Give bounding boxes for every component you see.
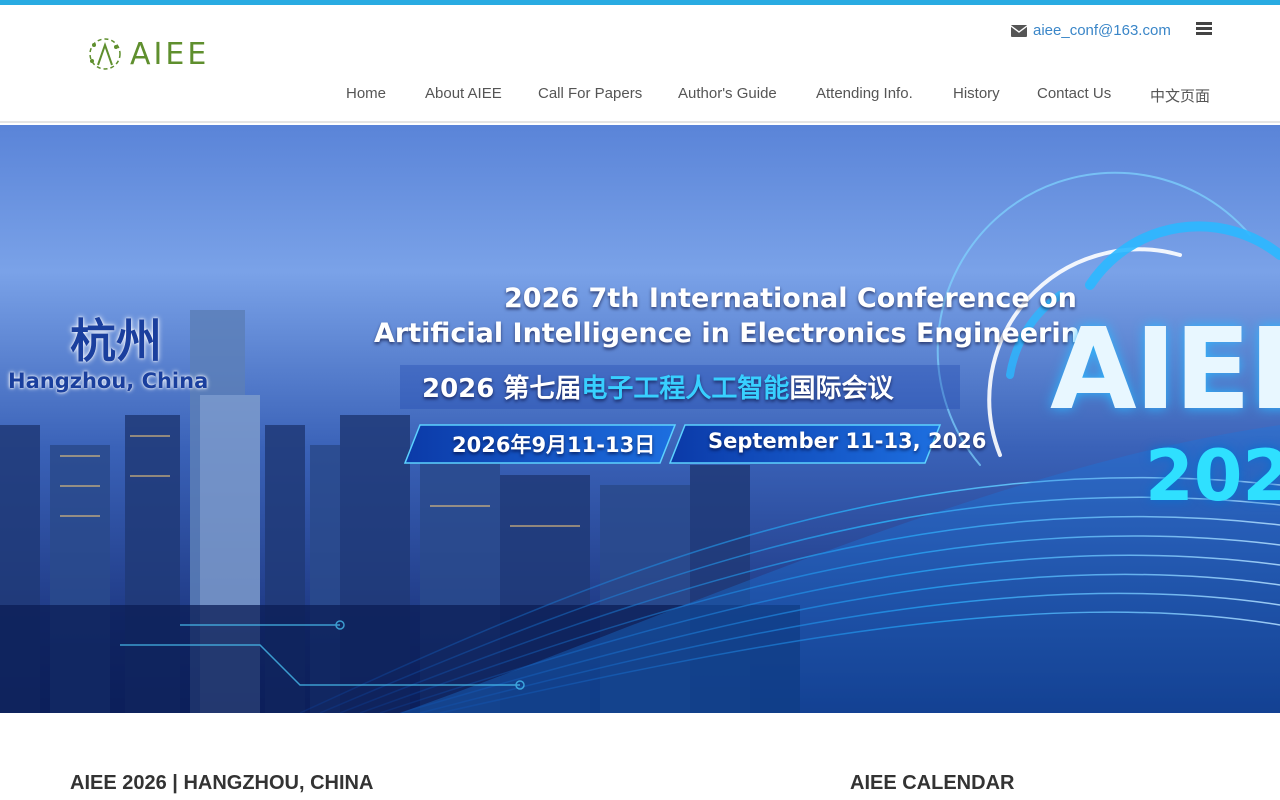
nav-item-about[interactable]: About AIEE [425, 85, 502, 102]
contact-email-text[interactable]: aiee_conf@163.com [1033, 22, 1171, 39]
hero-date-cn: 2026年9月11-13日 [452, 433, 656, 457]
hamburger-menu-icon[interactable] [1196, 22, 1212, 36]
nav-item-home[interactable]: Home [346, 85, 386, 102]
hero-title-cn-prefix: 2026 第七届 [422, 374, 582, 404]
logo-text: AIEE [130, 36, 210, 72]
hero-title-cn-highlight: 电子工程人工智能 [581, 374, 790, 404]
envelope-icon [1011, 24, 1027, 37]
logo-icon [89, 38, 121, 70]
nav-item-authors-guide[interactable]: Author's Guide [678, 85, 777, 102]
hero-title-cn: 2026 第七届电子工程人工智能国际会议 [422, 368, 893, 405]
nav-item-attending-info[interactable]: Attending Info. [816, 85, 913, 102]
nav-item-chinese-page[interactable]: 中文页面 [1150, 85, 1210, 106]
hero-badge-year: 2026 [1145, 435, 1280, 517]
hero-city-cn: 杭州 [70, 314, 162, 368]
hero-date-en: September 11-13, 2026 [708, 429, 987, 453]
site-logo[interactable]: AIEE [86, 35, 209, 73]
main-section-heading: AIEE 2026 | HANGZHOU, CHINA [70, 772, 374, 794]
hero-title-cn-suffix: 国际会议 [789, 374, 894, 404]
hero-banner: 杭州 Hangzhou, China 2026 7th Internationa… [0, 125, 1280, 713]
nav-item-history[interactable]: History [953, 85, 1000, 102]
site-header: AIEE aiee_conf@163.com Home About AIEE C… [0, 5, 1280, 123]
nav-item-call-for-papers[interactable]: Call For Papers [538, 85, 642, 102]
hero-title-line2: Artificial Intelligence in Electronics E… [374, 318, 1100, 349]
nav-item-contact[interactable]: Contact Us [1037, 85, 1111, 102]
contact-email-link[interactable]: aiee_conf@163.com [1011, 22, 1171, 39]
hero-badge-text: AIEE [1050, 305, 1280, 435]
main-navigation: Home About AIEE Call For Papers Author's… [0, 85, 1280, 107]
hero-city-en: Hangzhou, China [8, 369, 209, 393]
hero-title-line1: 2026 7th International Conference on [504, 283, 1077, 314]
calendar-section-heading: AIEE CALENDAR [850, 772, 1015, 794]
